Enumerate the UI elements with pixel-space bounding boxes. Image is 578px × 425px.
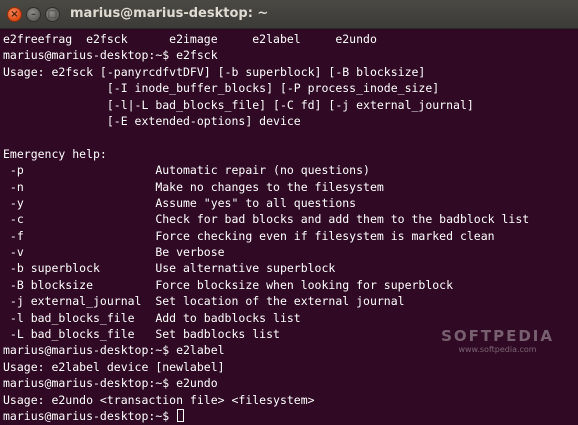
terminal-line: marius@marius-desktop:~$ e2label xyxy=(3,343,225,358)
terminal-line: -f Force checking even if filesystem is … xyxy=(3,228,495,243)
terminal-line: -c Check for bad blocks and add them to … xyxy=(3,212,530,227)
terminal-line: marius@marius-desktop:~$ e2undo xyxy=(3,376,218,391)
terminal-line: [-l|-L bad_blocks_file] [-C fd] [-j exte… xyxy=(3,97,474,112)
terminal-line: [-E extended-options] device xyxy=(3,113,301,128)
terminal-line: -p Automatic repair (no questions) xyxy=(3,163,370,178)
maximize-icon[interactable]: □ xyxy=(45,7,60,22)
terminal-line: e2freefrag e2fsck e2image e2label e2undo xyxy=(3,32,377,46)
window-title: marius@marius-desktop: ~ xyxy=(70,6,269,21)
terminal-line: -B blocksize Force blocksize when lookin… xyxy=(3,277,454,292)
terminal-line: -y Assume "yes" to all questions xyxy=(3,195,357,210)
terminal-line: -n Make no changes to the filesystem xyxy=(3,179,384,194)
terminal-line: Usage: e2label device [newlabel] xyxy=(3,359,225,374)
terminal-window: × – □ marius@marius-desktop: ~ e2freefra… xyxy=(0,0,578,425)
terminal-output[interactable]: e2freefrag e2fsck e2image e2label e2undo… xyxy=(0,29,578,425)
terminal-line: Usage: e2fsck [-panyrcdfvtDFV] [-b super… xyxy=(3,64,426,79)
terminal-line: -b superblock Use alternative superblock xyxy=(3,261,336,276)
terminal-line: [-I inode_buffer_blocks] [-P process_ino… xyxy=(3,81,440,96)
terminal-line: marius@marius-desktop:~$ e2fsck xyxy=(3,48,218,63)
shell-prompt: marius@marius-desktop:~$ xyxy=(3,408,177,423)
terminal-line: Usage: e2undo <transaction file> <filesy… xyxy=(3,392,315,407)
terminal-line: -l bad_blocks_file Add to badblocks list xyxy=(3,310,301,325)
title-bar[interactable]: × – □ marius@marius-desktop: ~ xyxy=(0,0,578,29)
close-icon[interactable]: × xyxy=(7,7,22,22)
minimize-icon[interactable]: – xyxy=(26,7,41,22)
terminal-line: -j external_journal Set location of the … xyxy=(3,294,405,309)
terminal-line: -L bad_blocks_file Set badblocks list xyxy=(3,327,280,342)
terminal-line: -v Be verbose xyxy=(3,245,225,260)
prompt-line[interactable]: marius@marius-desktop:~$ xyxy=(3,408,575,424)
terminal-line: Emergency help: xyxy=(3,146,107,161)
text-cursor xyxy=(177,408,185,422)
